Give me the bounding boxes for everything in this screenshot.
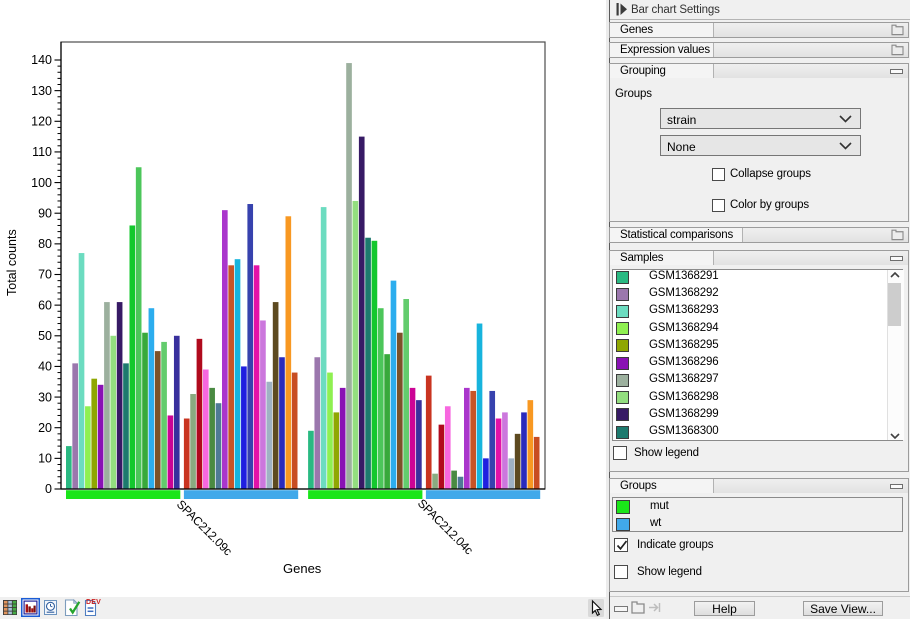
svg-text:100: 100: [31, 176, 52, 190]
svg-text:50: 50: [38, 329, 52, 343]
svg-text:0: 0: [45, 482, 52, 496]
svg-text:30: 30: [38, 390, 52, 404]
svg-text:Total counts: Total counts: [5, 229, 19, 296]
svg-text:140: 140: [31, 53, 52, 67]
svg-text:90: 90: [38, 206, 52, 220]
svg-text:DEV: DEV: [86, 599, 101, 606]
svg-text:70: 70: [38, 268, 52, 282]
svg-text:Genes: Genes: [283, 561, 322, 576]
svg-text:80: 80: [38, 237, 52, 251]
svg-text:120: 120: [31, 114, 52, 128]
svg-text:60: 60: [38, 298, 52, 312]
svg-text:10: 10: [38, 452, 52, 466]
svg-text:110: 110: [32, 145, 52, 159]
svg-text:130: 130: [31, 84, 52, 98]
svg-text:40: 40: [38, 360, 52, 374]
svg-text:20: 20: [38, 421, 52, 435]
